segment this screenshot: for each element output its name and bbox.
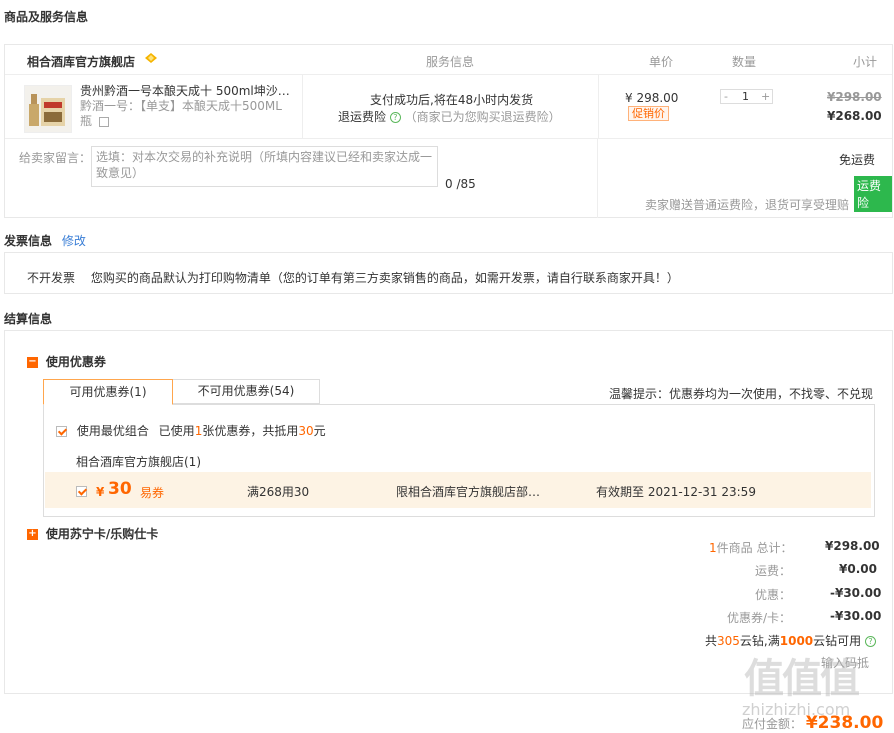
- diamond-prefix: 共: [705, 634, 718, 648]
- product-image[interactable]: [24, 85, 72, 133]
- header-unit-price: 单价: [649, 55, 674, 69]
- summary-shipping: ¥0.00: [839, 562, 877, 576]
- coupon-row[interactable]: ¥ 30 易券 满268用30 限相合酒库官方旗舰店部… 有效期至 2021-1…: [45, 472, 871, 508]
- best-combo-suffix: 元: [313, 424, 326, 438]
- message-label: 给卖家留言：: [19, 151, 92, 165]
- summary-discount: -¥30.00: [830, 586, 882, 600]
- watermark-text: zhizhizhi.com: [742, 700, 851, 719]
- product-spec: 黔酒一号：【单支】本酿天成十500ML: [80, 99, 282, 113]
- service-delivery: 支付成功后,将在48小时内发货: [370, 93, 534, 107]
- settlement-section-title: 结算信息: [4, 312, 53, 326]
- subtotal-price: ¥268.00: [827, 109, 882, 123]
- goods-header-row: 相合酒库官方旗舰店 服务信息 单价 数量 小计: [5, 45, 892, 75]
- product-name[interactable]: 贵州黔酒一号本酿天成十 500ml坤沙…: [80, 84, 295, 99]
- coupon-condition: 满268用30: [247, 485, 310, 499]
- watermark-logo: 值值值: [744, 656, 860, 702]
- return-insurance-note: （商家已为您购买退运费险）: [404, 110, 561, 124]
- header-subtotal: 小计: [853, 55, 878, 69]
- summary-total: ¥298.00: [825, 539, 880, 553]
- spec-tag-icon: [98, 116, 109, 127]
- unit-price: ¥ 298.00: [625, 91, 679, 105]
- invoice-type: 不开发票: [27, 271, 76, 285]
- tab-unavailable-coupons[interactable]: 不可用优惠券(54): [172, 379, 320, 404]
- invoice-panel: 不开发票 您购买的商品默认为打印购物清单（您的订单有第三方卖家销售的商品，如需开…: [4, 252, 893, 294]
- message-input[interactable]: 选填：对本次交易的补充说明（所填内容建议已经和卖家达成一致意见）: [91, 146, 438, 187]
- qty-minus-button[interactable]: -: [724, 90, 728, 103]
- quantity-stepper: - 1 +: [720, 89, 773, 104]
- collapse-icon: −: [27, 356, 38, 368]
- settlement-panel: − 使用优惠券 可用优惠券(1) 不可用优惠券(54) 温馨提示：优惠券均为一次…: [4, 330, 893, 694]
- card-title: 使用苏宁卡/乐购仕卡: [45, 527, 159, 541]
- return-insurance-link[interactable]: 退运费险: [338, 110, 386, 124]
- best-combo-amount: 30: [298, 424, 314, 438]
- goods-item-row: 贵州黔酒一号本酿天成十 500ml坤沙… 黔酒一号：【单支】本酿天成十500ML…: [5, 75, 892, 139]
- pay-label: 应付金额：: [742, 717, 803, 731]
- diamond-count: 305: [717, 634, 740, 648]
- coupon-type: 易券: [140, 486, 165, 500]
- goods-section-title: 商品及服务信息: [4, 10, 89, 24]
- promo-tag: 促销价: [628, 106, 669, 121]
- goods-panel: 相合酒库官方旗舰店 服务信息 单价 数量 小计 贵州黔酒一号本酿天成十 500m…: [4, 44, 893, 218]
- header-service: 服务信息: [426, 55, 475, 69]
- header-quantity: 数量: [732, 55, 757, 69]
- product-spec-unit: 瓶: [80, 114, 295, 129]
- store-badge-icon: [144, 52, 158, 64]
- summary-discount-label: 优惠：: [755, 588, 792, 602]
- qty-plus-button[interactable]: +: [761, 90, 770, 103]
- help-icon[interactable]: ?: [389, 112, 401, 123]
- summary-count: 1: [709, 541, 717, 555]
- coupon-amount: 30: [108, 479, 132, 499]
- coupon-store: 相合酒库官方旗舰店(1): [76, 455, 201, 469]
- coupon-checkbox[interactable]: [76, 486, 87, 497]
- invoice-note: 您购买的商品默认为打印购物清单（您的订单有第三方卖家销售的商品，如需开发票，请自…: [90, 271, 679, 285]
- card-toggle[interactable]: + 使用苏宁卡/乐购仕卡: [27, 525, 158, 542]
- summary-coupon: -¥30.00: [830, 609, 882, 623]
- message-count: 0 /85: [445, 177, 476, 191]
- tab-available-coupons[interactable]: 可用优惠券(1): [43, 379, 173, 405]
- summary-coupon-label: 优惠券/卡：: [727, 611, 792, 625]
- summary-count-label: 件商品 总计：: [716, 541, 793, 555]
- invoice-section-title: 发票信息: [4, 234, 53, 248]
- diamond-help-icon[interactable]: ?: [865, 636, 876, 647]
- coupon-currency: ¥: [96, 485, 105, 499]
- coupon-box: 使用最优组合 已使用1张优惠券，共抵用30元 相合酒库官方旗舰店(1) ¥ 30…: [43, 404, 875, 517]
- store-name[interactable]: 相合酒库官方旗舰店: [27, 53, 135, 70]
- coupon-toggle[interactable]: − 使用优惠券: [27, 353, 106, 370]
- invoice-edit-link[interactable]: 修改: [62, 234, 86, 248]
- best-combo-checkbox[interactable]: [56, 426, 67, 437]
- insurance-note: 卖家赠送普通运费险，退货可享受理赔: [645, 198, 850, 212]
- summary-shipping-label: 运费：: [755, 564, 792, 578]
- qty-input[interactable]: 1: [742, 90, 749, 103]
- coupon-validity: 有效期至 2021-12-31 23:59: [596, 485, 756, 499]
- best-combo-text-mid: 张优惠券，共抵用: [202, 424, 299, 438]
- shipping-free: 免运费: [839, 153, 876, 167]
- coupon-scope: 限相合酒库官方旗舰店部…: [396, 485, 541, 499]
- best-combo-label: 使用最优组合: [76, 424, 149, 438]
- subtotal-original: ¥298.00: [827, 90, 882, 104]
- expand-icon: +: [27, 528, 38, 540]
- insurance-badge: 运费险: [854, 176, 892, 212]
- coupon-tip: 温馨提示：优惠券均为一次使用，不找零、不兑现: [609, 387, 874, 401]
- best-combo-text: 已使用: [158, 424, 195, 438]
- coupon-title: 使用优惠券: [45, 355, 106, 369]
